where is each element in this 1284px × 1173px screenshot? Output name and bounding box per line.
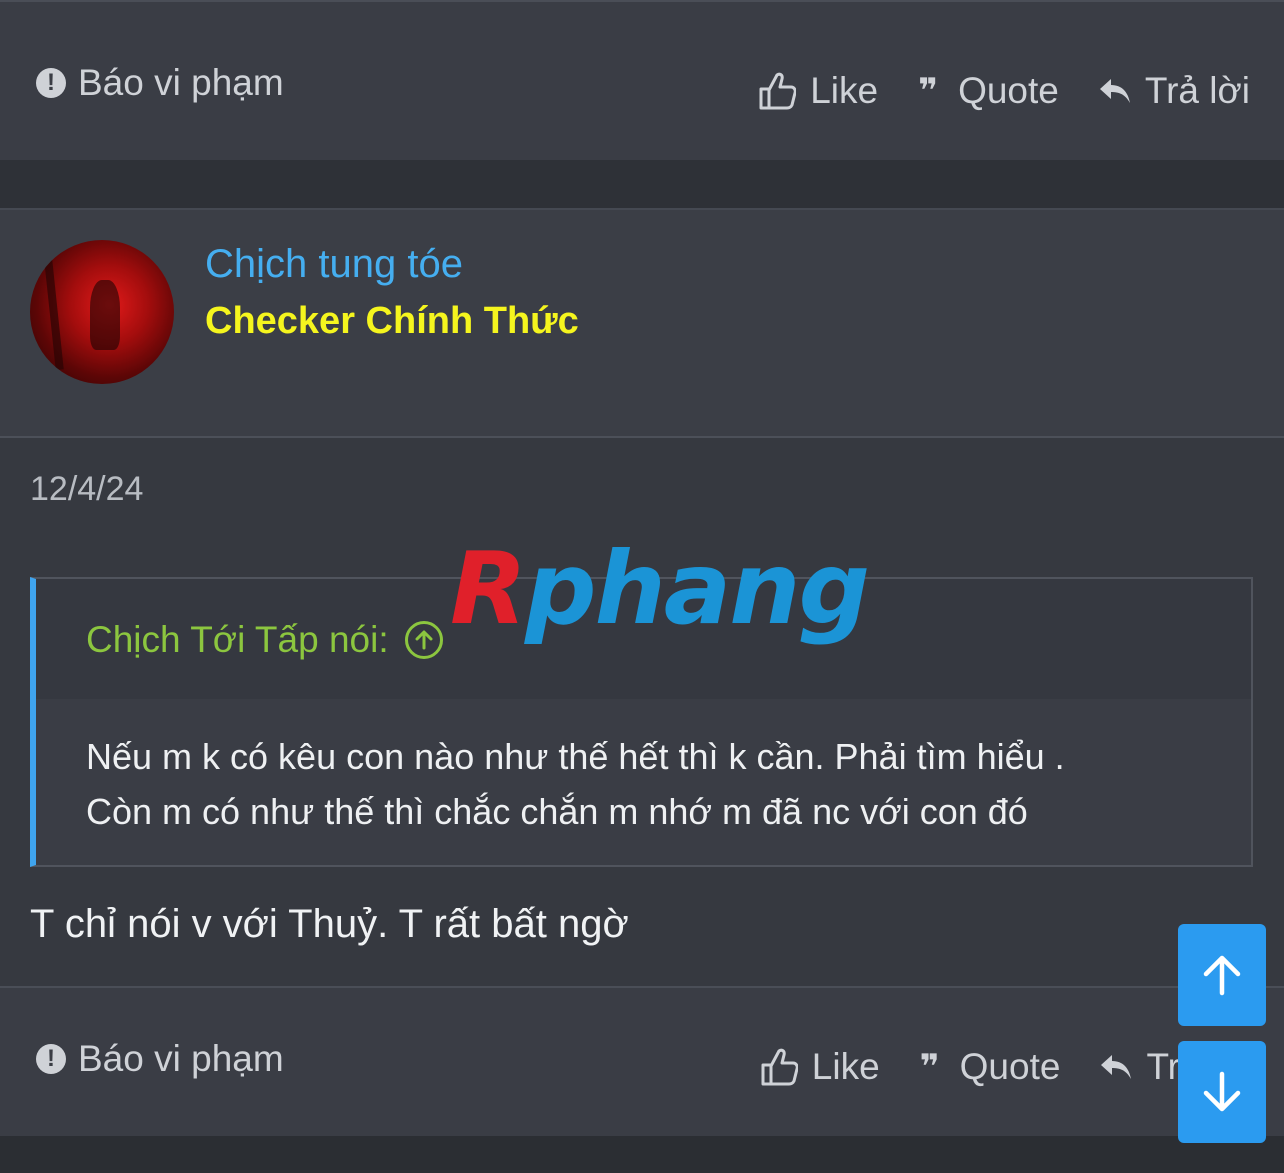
reply-label: Trả lời bbox=[1144, 70, 1250, 111]
thumbs-up-icon bbox=[761, 1048, 798, 1086]
page-bottom-strip bbox=[0, 1136, 1284, 1173]
arrow-up-icon bbox=[1203, 955, 1241, 996]
arrow-up-circle-icon[interactable] bbox=[404, 621, 443, 659]
watermark-rest: phang bbox=[525, 530, 870, 647]
quote-icon: ❞ bbox=[919, 1048, 940, 1086]
quote-label: Quote bbox=[958, 70, 1059, 111]
exclamation-circle-icon: ! bbox=[36, 68, 66, 98]
reply-button[interactable]: Trả lời bbox=[1099, 70, 1250, 112]
quote-author[interactable]: Chịch Tới Tấp nói: bbox=[86, 619, 443, 661]
quote-line: Còn m có như thế thì chắc chắn m nhớ m đ… bbox=[86, 791, 1028, 832]
watermark-first-letter: R bbox=[450, 530, 527, 647]
reply-arrow-icon bbox=[1099, 79, 1130, 103]
like-label: Like bbox=[810, 70, 879, 111]
avatar[interactable] bbox=[30, 240, 174, 384]
post-actions: Like ❞ Quote Tr bbox=[720, 1046, 1180, 1088]
user-title: Checker Chính Thức bbox=[205, 300, 579, 342]
quote-content: Nếu m k có kêu con nào như thế hết thì k… bbox=[86, 729, 1206, 839]
post-header bbox=[0, 210, 1284, 438]
report-button[interactable]: ! Báo vi phạm bbox=[36, 62, 284, 104]
post-message: T chỉ nói v với Thuỷ. T rất bất ngờ bbox=[30, 902, 629, 946]
arrow-down-icon bbox=[1203, 1071, 1241, 1112]
post-footer: ! Báo vi phạm Like ❞ Quote Tr bbox=[0, 986, 1284, 1136]
previous-post-footer: ! Báo vi phạm Like ❞ Quote Trả lời bbox=[0, 0, 1284, 160]
scroll-to-bottom-button[interactable] bbox=[1178, 1041, 1266, 1143]
reply-button[interactable]: Tr bbox=[1100, 1046, 1180, 1088]
exclamation-circle-icon: ! bbox=[36, 1044, 66, 1074]
like-button[interactable]: Like bbox=[758, 70, 878, 112]
post-date[interactable]: 12/4/24 bbox=[30, 470, 143, 509]
like-label: Like bbox=[811, 1046, 880, 1087]
forum-thread-page: ! Báo vi phạm Like ❞ Quote Trả lời Chịch… bbox=[0, 0, 1284, 1173]
report-label: Báo vi phạm bbox=[78, 1038, 284, 1079]
report-button[interactable]: ! Báo vi phạm bbox=[36, 1038, 284, 1080]
quote-icon: ❞ bbox=[918, 72, 938, 110]
scroll-to-top-button[interactable] bbox=[1178, 924, 1266, 1026]
thumbs-up-icon bbox=[759, 72, 797, 110]
site-watermark: Rphang bbox=[450, 530, 870, 647]
quote-button[interactable]: ❞ Quote bbox=[918, 70, 1059, 112]
quote-author-label: Chịch Tới Tấp nói: bbox=[86, 619, 389, 660]
quote-line: Nếu m k có kêu con nào như thế hết thì k… bbox=[86, 736, 1065, 777]
quote-label: Quote bbox=[959, 1046, 1061, 1087]
report-label: Báo vi phạm bbox=[78, 62, 284, 103]
username[interactable]: Chịch tung tóe bbox=[205, 242, 463, 287]
reply-label: Tr bbox=[1146, 1046, 1180, 1087]
quote-button[interactable]: ❞ Quote bbox=[920, 1046, 1061, 1088]
like-button[interactable]: Like bbox=[760, 1046, 880, 1088]
reply-arrow-icon bbox=[1101, 1055, 1132, 1079]
post-actions: Like ❞ Quote Trả lời bbox=[718, 70, 1250, 112]
